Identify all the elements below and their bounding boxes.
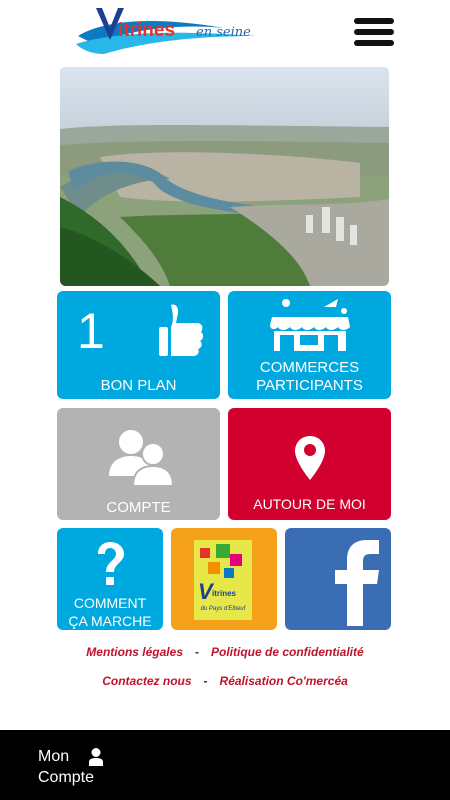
compte-label: COMPTE [106,499,171,516]
thumbs-up-icon [159,304,204,356]
app-header: itrines en seine [0,0,450,62]
commerces-participants-tile[interactable]: COMMERCES PARTICIPANTS [228,291,391,399]
bon-plan-tile[interactable]: 1 BON PLAN [57,291,220,399]
link-separator: - [195,645,199,659]
comment-label-line1: COMMENT [73,595,147,611]
logo-tagline: en seine [196,25,251,40]
comment-ca-marche-tile[interactable]: COMMENT ÇA MARCHE [57,528,163,630]
privacy-policy-link[interactable]: Politique de confidentialité [211,645,364,659]
vitrines-en-seine-logo[interactable]: itrines en seine [74,6,264,56]
mon-compte-label-line2: Compte [38,769,95,786]
vitrines-pays-logo: V itrines du Pays d'Elbeuf [194,540,252,620]
mon-compte-button[interactable]: Mon Compte [38,746,128,790]
bon-plan-number: 1 [77,303,105,359]
vitrines-pays-logo-subtitle: du Pays d'Elbeuf [200,606,246,612]
link-separator: - [203,674,208,688]
commerces-label-line2: PARTICIPANTS [256,377,363,394]
vitrines-pays-elbeuf-tile[interactable]: V itrines du Pays d'Elbeuf [171,528,277,630]
hero-aerial-photo [60,67,389,286]
commerces-label-line1: COMMERCES [259,359,360,376]
question-mark-icon [98,542,124,585]
credits-link[interactable]: Réalisation Co'mercéa [220,674,348,688]
comment-label-line2: ÇA MARCHE [68,613,152,629]
hamburger-menu-icon[interactable] [354,16,396,48]
shops-icon [270,299,350,351]
users-icon [109,430,173,486]
vitrines-pays-logo-text: itrines [212,589,237,598]
facebook-icon [335,540,379,626]
bottom-navigation-bar: Mon Compte [0,730,450,800]
logo-brand-text: itrines [118,20,176,41]
mentions-legales-link[interactable]: Mentions légales [86,645,183,659]
compte-tile[interactable]: COMPTE [57,408,220,520]
legal-links-row: Mentions légales - Politique de confidenti… [0,645,450,659]
map-pin-icon [295,436,325,480]
mon-compte-label-line1: Mon [38,748,70,765]
aerial-landscape-image [60,67,389,286]
vitrines-pays-logo-initial: V [198,579,213,604]
autour-de-moi-tile[interactable]: AUTOUR DE MOI [228,408,391,520]
autour-label: AUTOUR DE MOI [253,496,366,512]
facebook-tile[interactable] [285,528,391,630]
bon-plan-label: BON PLAN [100,377,177,394]
contact-links-row: Contactez nous - Réalisation Co'mercéa [0,674,450,688]
contact-link[interactable]: Contactez nous [102,674,191,688]
user-icon [89,748,103,766]
